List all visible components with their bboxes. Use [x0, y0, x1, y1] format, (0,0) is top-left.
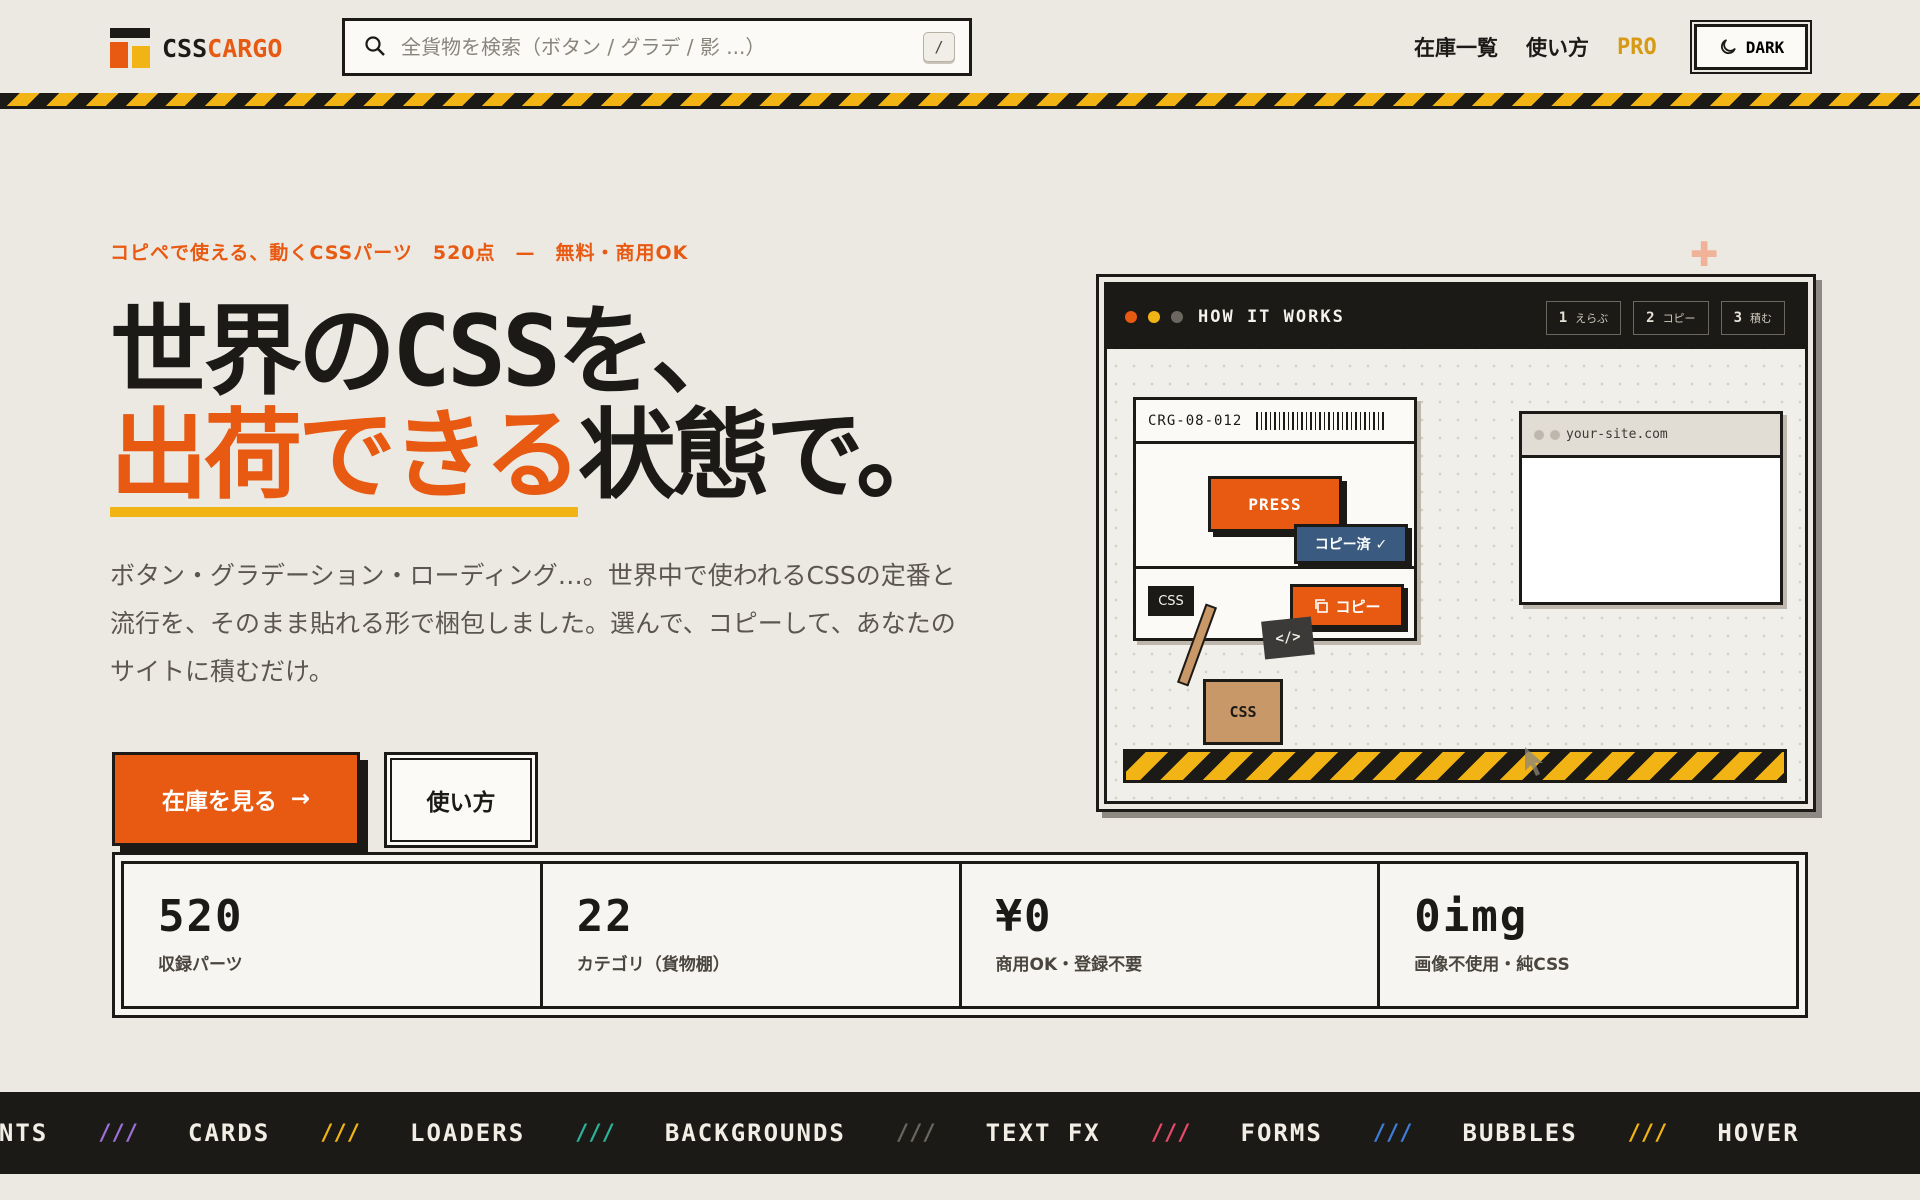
- how-it-works-title: HOW IT WORKS: [1198, 307, 1345, 327]
- ticker-category[interactable]: FORMS: [1241, 1119, 1323, 1147]
- how-to-button[interactable]: 使い方: [384, 752, 538, 848]
- step-label: 積む: [1750, 312, 1772, 325]
- search-input[interactable]: [399, 34, 923, 60]
- copy-icon: [1315, 599, 1329, 613]
- search-icon: [363, 34, 389, 60]
- hazard-stripe-divider: [0, 93, 1920, 109]
- css-box: CSS: [1203, 679, 1283, 745]
- ticker-separator: ///: [1372, 1120, 1413, 1146]
- copied-badge: コピー済 ✓: [1294, 524, 1408, 564]
- hero-eyebrow: コピペで使える、動くCSSパーツ 520点 — 無料・商用OK: [110, 242, 689, 264]
- ticker-category[interactable]: BACKGROUNDS: [665, 1119, 846, 1147]
- ticker-category[interactable]: LOADERS: [410, 1119, 525, 1147]
- step-label: コピー: [1662, 312, 1696, 325]
- search-box[interactable]: /: [342, 18, 972, 76]
- crate-label: CRG-08-012: [1136, 400, 1414, 444]
- step-copy[interactable]: 2 コピー: [1633, 301, 1709, 335]
- window-dot-red-icon: [1125, 311, 1137, 323]
- site-header: CSSCARGO / 在庫一覧 使い方 PRO DARK: [0, 0, 1920, 94]
- window-dot-yellow-icon: [1148, 311, 1160, 323]
- hero-title-line2: 状態で。: [578, 399, 954, 513]
- logo-text-css: CSS: [162, 33, 208, 63]
- stat-label: 商用OK・登録不要: [995, 955, 1143, 975]
- stats-panel: 520 収録パーツ 22 カテゴリ（貨物棚） ¥0 商用OK・登録不要 0img…: [112, 852, 1808, 1018]
- site-url: your-site.com: [1566, 427, 1668, 442]
- step-number: 2: [1646, 310, 1655, 326]
- search-shortcut-key: /: [923, 32, 955, 62]
- how-it-works-window: HOW IT WORKS 1 えらぶ 2 コピー 3 積む CRG-08-012 PR…: [1096, 274, 1816, 812]
- logo-text-cargo: CARGO: [207, 33, 283, 63]
- logo[interactable]: CSSCARGO: [110, 28, 282, 68]
- plus-decoration-icon: ✚: [1690, 235, 1719, 275]
- ticker-category[interactable]: IENTS: [0, 1119, 48, 1147]
- stat-price: ¥0 商用OK・登録不要: [962, 864, 1381, 1006]
- window-dot-gray-icon: [1171, 311, 1183, 323]
- ticker-category[interactable]: HOVER: [1717, 1119, 1799, 1147]
- stat-value: 520: [158, 891, 244, 942]
- ticker-separator: ///: [98, 1120, 138, 1146]
- stat-value: ¥0: [995, 891, 1053, 942]
- conveyor-belt: [1123, 749, 1787, 783]
- ticker-separator: ///: [575, 1120, 615, 1146]
- step-number: 1: [1558, 310, 1568, 326]
- stat-label: 画像不使用・純CSS: [1414, 955, 1570, 975]
- view-inventory-label: 在庫を見る: [161, 789, 277, 815]
- hero-title-line1: 世界のCSSを、: [110, 295, 749, 409]
- ticker-separator: ///: [320, 1120, 360, 1146]
- arrow-right-icon: →: [290, 786, 311, 812]
- moon-icon: [1720, 39, 1736, 55]
- dark-mode-label: DARK: [1745, 37, 1785, 57]
- step-stack[interactable]: 3 積む: [1720, 301, 1785, 335]
- stat-value: 22: [576, 891, 634, 942]
- main-nav: 在庫一覧 使い方 PRO: [1414, 28, 1685, 66]
- copy-label: コピー: [1335, 597, 1381, 616]
- ticker-category[interactable]: BUBBLES: [1463, 1119, 1578, 1147]
- site-preview-bar: your-site.com: [1522, 414, 1780, 458]
- ticker-separator: ///: [1150, 1120, 1191, 1146]
- hero-title-highlight: 出荷できる: [110, 399, 582, 513]
- ticker-category[interactable]: CARDS: [188, 1119, 270, 1147]
- stat-label: カテゴリ（貨物棚）: [576, 955, 730, 975]
- ticker-separator: ///: [895, 1120, 936, 1146]
- view-inventory-button[interactable]: 在庫を見る →: [112, 752, 360, 846]
- logo-mark-icon: [110, 28, 150, 68]
- category-ticker: IENTS /// CARDS /// LOADERS /// BACKGROUNDS ///…: [0, 1092, 1920, 1174]
- stat-value: 0img: [1414, 891, 1529, 942]
- cursor-icon: [1525, 747, 1543, 776]
- barcode-icon: [1256, 411, 1387, 430]
- hero-title: 世界のCSSを、 出荷できる状態で。: [110, 300, 954, 508]
- step-number: 3: [1733, 310, 1742, 326]
- step-choose[interactable]: 1 えらぶ: [1545, 301, 1622, 335]
- code-chip: </>: [1261, 616, 1315, 660]
- stat-label: 収録パーツ: [158, 955, 243, 975]
- logo-text: CSSCARGO: [162, 36, 282, 61]
- nav-pro[interactable]: PRO: [1617, 35, 1657, 60]
- dark-mode-toggle[interactable]: DARK: [1694, 24, 1808, 70]
- hero-description: ボタン・グラデーション・ローディング…。世界中で使われるCSSの定番と流行を、そ…: [110, 561, 956, 686]
- site-preview: your-site.com: [1519, 411, 1783, 605]
- ticker-track: IENTS /// CARDS /// LOADERS /// BACKGROUNDS ///…: [0, 1092, 1800, 1174]
- stat-images: 0img 画像不使用・純CSS: [1380, 864, 1796, 1006]
- stat-categories: 22 カテゴリ（貨物棚）: [543, 864, 962, 1006]
- ticker-separator: ///: [1627, 1120, 1668, 1146]
- nav-how-to[interactable]: 使い方: [1526, 32, 1589, 62]
- ticker-category[interactable]: TEXT FX: [986, 1119, 1101, 1147]
- how-it-works-titlebar: HOW IT WORKS 1 えらぶ 2 コピー 3 積む: [1107, 285, 1805, 349]
- steps-list: 1 えらぶ 2 コピー 3 積む: [1545, 301, 1785, 335]
- stat-parts: 520 収録パーツ: [124, 864, 543, 1006]
- css-tag: CSS: [1148, 586, 1194, 616]
- crate-code: CRG-08-012: [1148, 412, 1243, 429]
- step-label: えらぶ: [1575, 312, 1609, 325]
- component-crate: CRG-08-012 PRESS コピー済 ✓ CSS コピー: [1133, 397, 1417, 641]
- nav-inventory[interactable]: 在庫一覧: [1414, 32, 1498, 62]
